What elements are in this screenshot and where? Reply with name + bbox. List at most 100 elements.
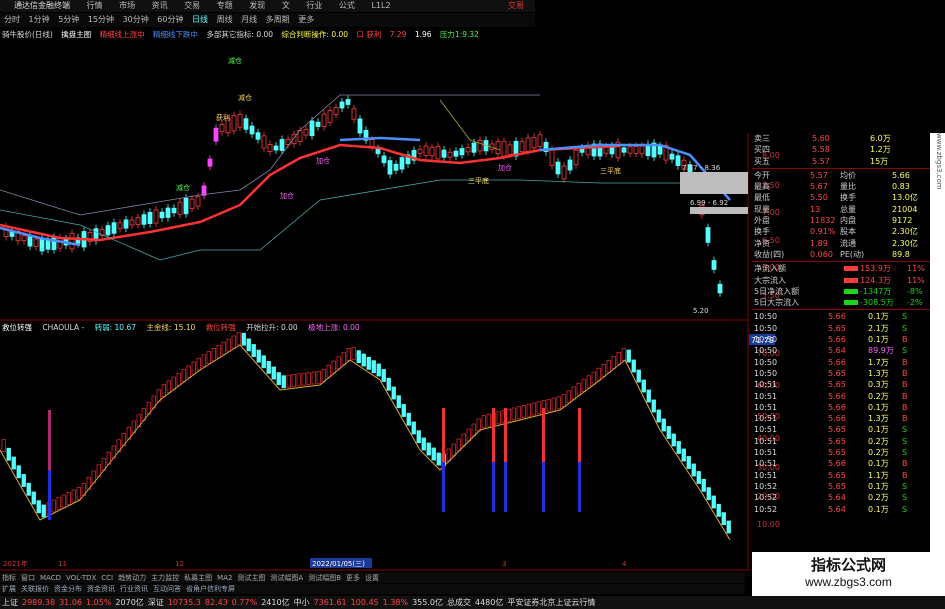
tick-volume: 0.1万 xyxy=(868,402,889,412)
indicator-tab[interactable]: 测试主图 xyxy=(237,574,265,582)
indicator-tab[interactable]: 趋势动力 xyxy=(118,574,146,582)
tick-row[interactable]: 10:50 5.66 1.7万 B xyxy=(752,357,930,368)
sub-indicator-rise-start: 开始拉升: 0.00 xyxy=(246,323,298,332)
sub-bar xyxy=(296,373,301,387)
orderbook-volume: 1.2万 xyxy=(870,145,891,155)
candle-body xyxy=(69,233,75,250)
orderbook-price: 5.57 xyxy=(812,156,830,166)
indicator-tab[interactable]: 更多 xyxy=(346,574,360,582)
sub-bar xyxy=(331,360,336,374)
tick-row[interactable]: 10:52 5.64 0.2万 S xyxy=(752,492,930,503)
stat-value: 1.89 xyxy=(810,238,828,248)
tick-row[interactable]: 10:51 5.66 0.2万 B xyxy=(752,391,930,402)
extension-tab[interactable]: 互动问答 xyxy=(153,585,181,593)
annotation-label: 6.99 - 6.92 xyxy=(690,199,728,207)
tick-row[interactable]: 10:51 5.65 1.1万 B xyxy=(752,470,930,481)
candle-body xyxy=(279,139,285,151)
orderbook-label: 买五 xyxy=(754,156,770,166)
tick-row[interactable]: 10:51 5.66 0.1万 B xyxy=(752,402,930,413)
sub-bar xyxy=(536,401,541,415)
tick-list[interactable]: 10:50 5.66 0.1万 S 10:50 5.65 2.1万 S 10:50 5.66 0.1… xyxy=(752,311,930,514)
tick-side: S xyxy=(902,346,908,356)
sub-bar xyxy=(636,369,641,383)
tick-row[interactable]: 10:50 5.64 89.9万 S xyxy=(752,345,930,356)
indicator-tab[interactable]: VOL-TDX xyxy=(66,574,96,582)
tick-side: B xyxy=(902,391,908,401)
extension-tab[interactable]: 资金资讯 xyxy=(87,585,115,593)
tick-price: 5.64 xyxy=(828,346,846,356)
candle-body xyxy=(231,115,237,132)
stat-row: 最高 5.67 量比 0.83 xyxy=(752,181,930,192)
tick-row[interactable]: 10:51 5.65 0.2万 S xyxy=(752,447,930,458)
sub-bar xyxy=(336,356,341,370)
sub-indicator-chart[interactable] xyxy=(0,332,731,541)
extension-tab[interactable]: 资金分布 xyxy=(54,585,82,593)
indicator-tab[interactable]: 测试幅图A xyxy=(270,574,303,582)
sub-bar xyxy=(231,335,236,349)
stat-value: 21004 xyxy=(892,204,918,214)
tick-row[interactable]: 10:51 5.66 1.3万 B xyxy=(752,413,930,424)
sub-bar xyxy=(621,347,626,361)
tick-row[interactable]: 10:51 5.65 0.3万 B xyxy=(752,379,930,390)
tick-row[interactable]: 10:52 5.65 0.1万 S xyxy=(752,481,930,492)
ticker-item: 355.0亿 xyxy=(412,598,443,607)
orderbook-price: 5.60 xyxy=(812,134,830,143)
indicator-tab[interactable]: 私募主图 xyxy=(184,574,212,582)
tick-row[interactable]: 10:51 5.66 0.1万 B xyxy=(752,458,930,469)
ticker-item: 0.77% xyxy=(231,598,258,607)
indicator-tab[interactable]: CCI xyxy=(101,574,113,582)
tick-row[interactable]: 10:50 5.66 0.1万 S xyxy=(752,311,930,322)
sub-bar xyxy=(191,361,196,375)
tick-time: 10:51 xyxy=(754,459,778,469)
sub-bar xyxy=(471,423,476,437)
sub-indicator-strong: 救位转强 xyxy=(205,323,236,332)
tick-price: 5.65 xyxy=(828,481,846,491)
indicator-tab[interactable]: MACD xyxy=(40,574,61,582)
sub-bar xyxy=(21,474,26,487)
tick-row[interactable]: 10:50 5.66 0.1万 B xyxy=(752,334,930,345)
tick-row[interactable]: 10:50 5.65 2.1万 S xyxy=(752,323,930,334)
sub-bar xyxy=(586,375,591,389)
quote-stats: 今开 5.57 均价 5.66 最高 5.67 量比 0.83 最低 5.50 换手 13.0亿 现量 1… xyxy=(752,170,930,263)
extension-tab[interactable]: 关联报价 xyxy=(21,585,49,593)
trend-line-up xyxy=(0,143,621,242)
candle-body xyxy=(495,141,501,155)
stat-label: 最高 xyxy=(754,182,770,192)
tick-volume: 1.3万 xyxy=(868,414,889,424)
candle-body xyxy=(459,148,465,156)
candle-body xyxy=(561,165,567,180)
main-price-chart[interactable] xyxy=(0,94,731,297)
sub-bar xyxy=(421,437,426,451)
indicator-tab[interactable]: 主力监控 xyxy=(151,574,179,582)
date-tick: 11 xyxy=(58,560,67,568)
sub-bar xyxy=(511,407,516,421)
sub-bar xyxy=(31,491,36,505)
candle-body xyxy=(273,145,279,151)
tick-row[interactable]: 10:52 5.64 0.1万 S xyxy=(752,504,930,515)
extension-tab[interactable]: 省角户信利专屏 xyxy=(186,585,235,593)
extension-tab[interactable]: 扩展 xyxy=(2,585,16,593)
indicator-tab[interactable]: 设置 xyxy=(365,574,379,582)
sub-bar xyxy=(326,364,331,378)
flow-bar xyxy=(844,266,858,272)
signal-bar-blue xyxy=(442,462,445,512)
sub-indicator-name[interactable]: 救位转强 xyxy=(2,323,32,332)
indicator-tab[interactable]: 窗口 xyxy=(21,574,35,582)
indicator-tabs: 指标 窗口 MACD VOL-TDX CCI 趋势动力 主力监控 私募主图 MA2 测试主图 测试幅… xyxy=(0,573,745,583)
extension-tab[interactable]: 行业资讯 xyxy=(120,585,148,593)
sub-chart-header: 救位转强 CHAOULA - 转弱: 10.67 主金线: 15.10 救位转强… xyxy=(0,322,745,334)
tick-volume: 0.1万 xyxy=(868,312,889,322)
tick-side: B xyxy=(902,368,908,378)
indicator-tab[interactable]: 测试幅图B xyxy=(308,574,341,582)
candle-body xyxy=(519,141,525,153)
tick-price: 5.65 xyxy=(828,448,846,458)
sub-bar xyxy=(681,448,686,462)
tick-row[interactable]: 10:51 5.65 0.1万 S xyxy=(752,424,930,435)
tick-row[interactable]: 10:50 5.65 1.3万 B xyxy=(752,368,930,379)
tick-row[interactable]: 10:51 5.65 0.2万 S xyxy=(752,436,930,447)
indicator-tab[interactable]: 指标 xyxy=(2,574,16,582)
indicator-tab[interactable]: MA2 xyxy=(217,574,232,582)
candle-body xyxy=(309,120,315,137)
candle-body xyxy=(327,109,333,123)
sub-bar xyxy=(366,356,371,370)
